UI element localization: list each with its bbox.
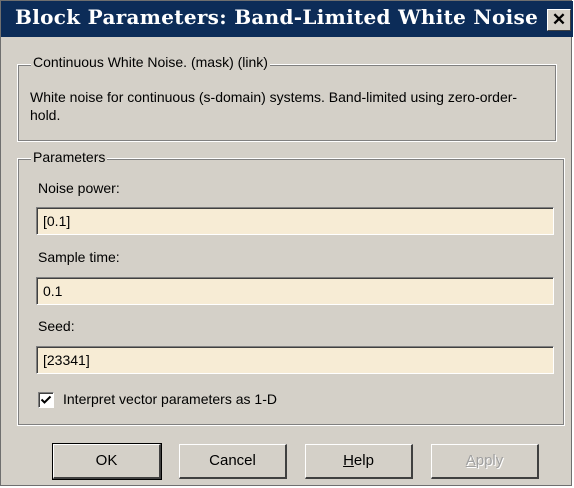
seed-input[interactable]: [23341] xyxy=(36,346,554,374)
ok-button[interactable]: OK xyxy=(52,443,162,480)
noise-power-input[interactable]: [0.1] xyxy=(36,207,554,235)
help-button-mnemonic: H xyxy=(343,452,354,469)
description-group-legend: Continuous White Noise. (mask) (link) xyxy=(31,54,270,70)
seed-label: Seed: xyxy=(38,318,75,334)
sample-time-input[interactable]: 0.1 xyxy=(36,277,554,305)
help-button[interactable]: Help xyxy=(305,444,413,479)
sample-time-label: Sample time: xyxy=(38,249,120,265)
cancel-button[interactable]: Cancel xyxy=(179,444,287,479)
block-parameters-dialog: Block Parameters: Band-Limited White Noi… xyxy=(0,0,573,486)
close-icon[interactable]: ✕ xyxy=(547,9,571,31)
cancel-button-label: Cancel xyxy=(209,452,256,469)
ok-button-label: OK xyxy=(95,452,118,469)
apply-button-mnemonic: A xyxy=(465,452,476,469)
parameters-group-legend: Parameters xyxy=(31,149,108,165)
apply-button-label: pply xyxy=(475,452,504,469)
noise-power-label: Noise power: xyxy=(38,180,120,196)
interpret-vector-checkbox[interactable] xyxy=(38,392,54,408)
apply-button[interactable]: Apply xyxy=(431,444,539,479)
help-button-label: elp xyxy=(353,452,374,469)
window-title: Block Parameters: Band-Limited White Noi… xyxy=(15,5,539,29)
checkmark-icon xyxy=(40,395,52,404)
block-description: White noise for continuous (s-domain) sy… xyxy=(30,89,518,123)
title-bar[interactable]: Block Parameters: Band-Limited White Noi… xyxy=(1,1,573,37)
interpret-vector-label[interactable]: Interpret vector parameters as 1-D xyxy=(63,391,277,407)
